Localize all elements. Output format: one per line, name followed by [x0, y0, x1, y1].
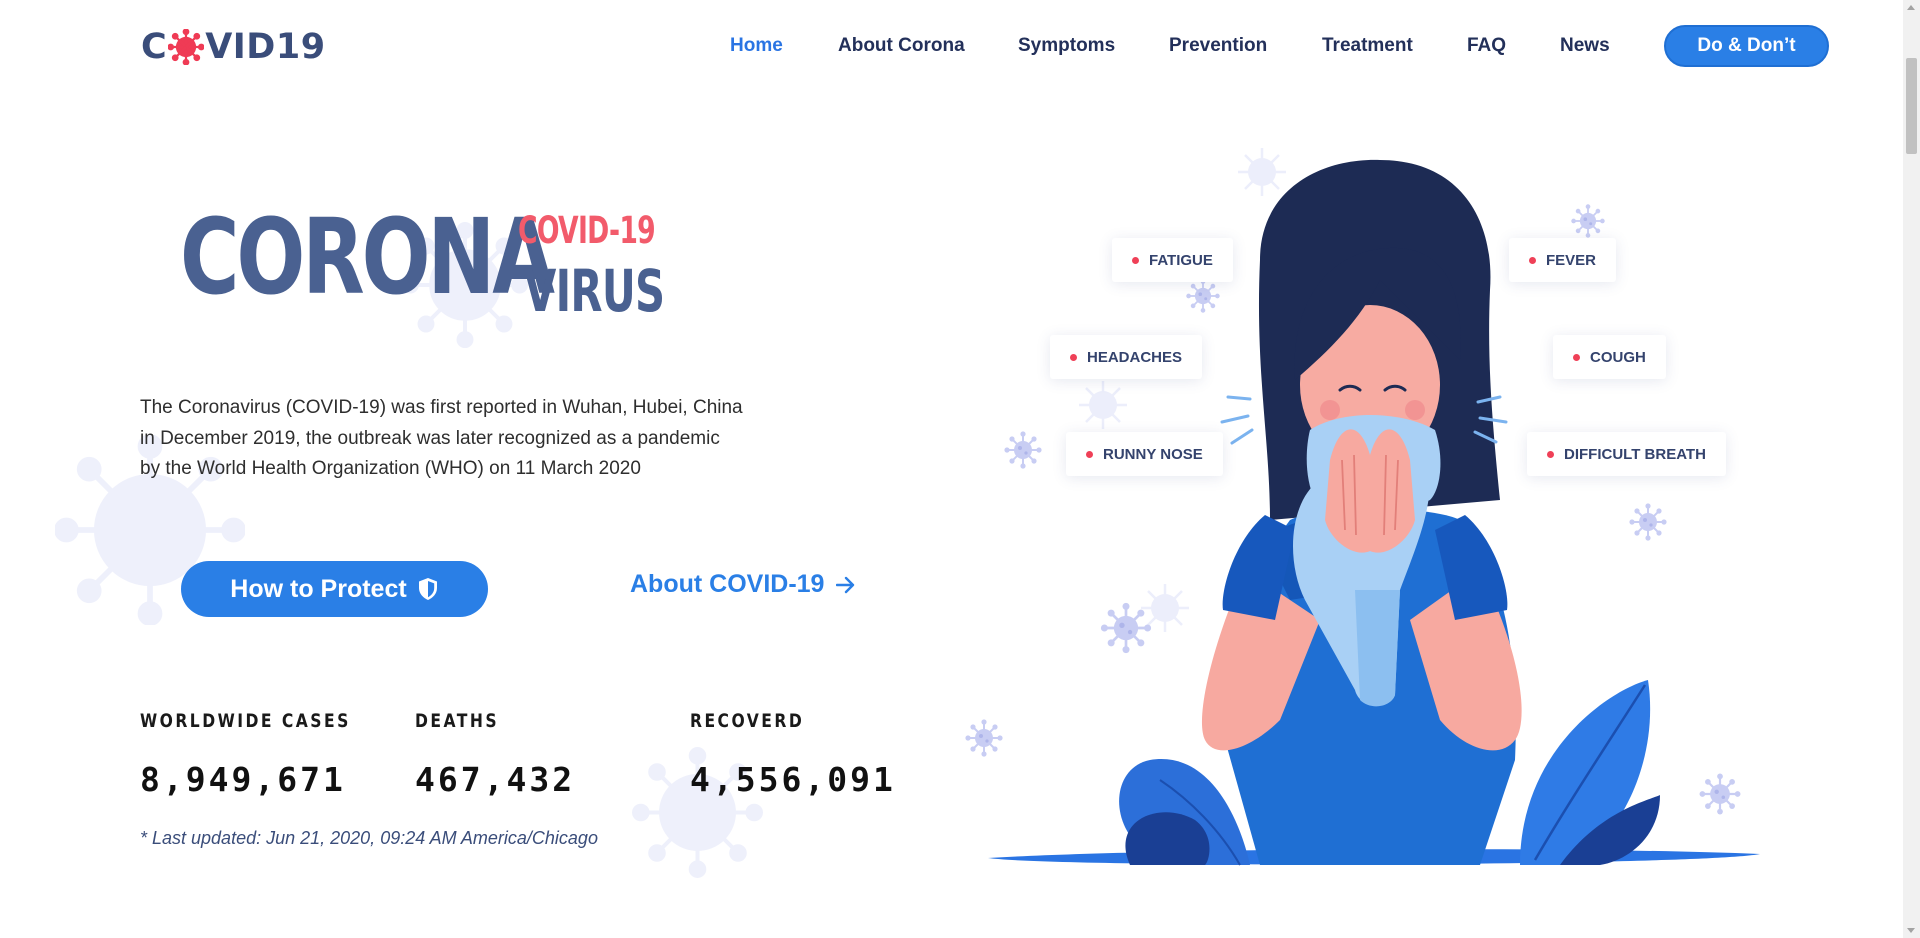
- scroll-up-icon[interactable]: [1907, 5, 1915, 10]
- virus-icon: [168, 29, 205, 65]
- red-dot-icon: [1529, 256, 1536, 264]
- scroll-down-icon[interactable]: [1907, 928, 1915, 933]
- nav-item-symptoms[interactable]: Symptoms: [1018, 35, 1115, 57]
- red-dot-icon: [1132, 256, 1139, 264]
- intro-line: in December 2019, the outbreak was later…: [140, 427, 720, 449]
- nav-item-about-corona[interactable]: About Corona: [838, 35, 965, 57]
- stat-label-cases: WORLDWIDE CASES: [140, 710, 351, 732]
- about-covid19-label: About COVID-19: [630, 570, 825, 598]
- red-dot-icon: [1573, 353, 1580, 361]
- symptom-chip-runny-nose: RUNNY NOSE: [1066, 432, 1223, 476]
- stat-value-deaths: 467,432: [415, 760, 576, 799]
- symptom-label: FEVER: [1546, 251, 1597, 269]
- symptom-chip-fatigue: FATIGUE: [1112, 238, 1233, 282]
- nav-item-news[interactable]: News: [1560, 35, 1610, 57]
- symptom-label: FATIGUE: [1149, 251, 1213, 269]
- red-dot-icon: [1086, 450, 1093, 458]
- symptom-label: COUGH: [1590, 348, 1646, 366]
- how-to-protect-button[interactable]: How to Protect: [181, 561, 488, 617]
- stat-value-recovered: 4,556,091: [690, 760, 896, 799]
- how-to-protect-label: How to Protect: [230, 574, 407, 603]
- nav-item-faq[interactable]: FAQ: [1467, 35, 1506, 57]
- do-and-dont-button[interactable]: Do & Don’t: [1664, 25, 1829, 67]
- sneezing-woman-illustration: [964, 146, 1760, 866]
- symptom-chip-cough: COUGH: [1553, 335, 1666, 379]
- nav-item-home[interactable]: Home: [730, 35, 783, 57]
- stat-value-cases: 8,949,671: [140, 760, 346, 799]
- last-updated-text: * Last updated: Jun 21, 2020, 09:24 AM A…: [140, 828, 598, 848]
- hero-title-virus: VIRUS: [524, 257, 665, 325]
- symptom-label: HEADACHES: [1087, 348, 1183, 366]
- arrow-right-icon: [836, 576, 855, 593]
- intro-line: by the World Health Organization (WHO) o…: [140, 458, 641, 479]
- intro-paragraph: The Coronavirus (COVID-19) was first rep…: [140, 393, 800, 485]
- logo-text-start: C: [141, 27, 168, 67]
- red-dot-icon: [1070, 353, 1077, 361]
- intro-line: The Coronavirus (COVID-19) was first rep…: [140, 397, 743, 418]
- shield-icon: [418, 578, 437, 600]
- scrollbar-thumb[interactable]: [1906, 58, 1917, 154]
- symptom-chip-difficult-breath: DIFFICULT BREATH: [1527, 432, 1726, 476]
- red-dot-icon: [1547, 450, 1554, 458]
- about-covid19-link[interactable]: About COVID-19: [630, 570, 856, 599]
- stat-label-deaths: DEATHS: [415, 710, 500, 732]
- logo-text-end: VID19: [205, 27, 326, 67]
- page-scrollbar[interactable]: [1903, 0, 1920, 938]
- nav-item-prevention[interactable]: Prevention: [1169, 35, 1267, 57]
- symptom-chip-headaches: HEADACHES: [1050, 335, 1203, 379]
- hero-title-covid19: COVID-19: [518, 209, 656, 252]
- symptom-chip-fever: FEVER: [1509, 238, 1617, 282]
- hero-title-corona: CORONA: [180, 196, 555, 318]
- site-logo[interactable]: C VID19: [141, 25, 326, 69]
- nav-item-treatment[interactable]: Treatment: [1322, 35, 1413, 57]
- stat-label-recovered: RECOVERD: [690, 710, 805, 732]
- symptom-label: RUNNY NOSE: [1103, 445, 1203, 463]
- symptom-label: DIFFICULT BREATH: [1564, 445, 1706, 463]
